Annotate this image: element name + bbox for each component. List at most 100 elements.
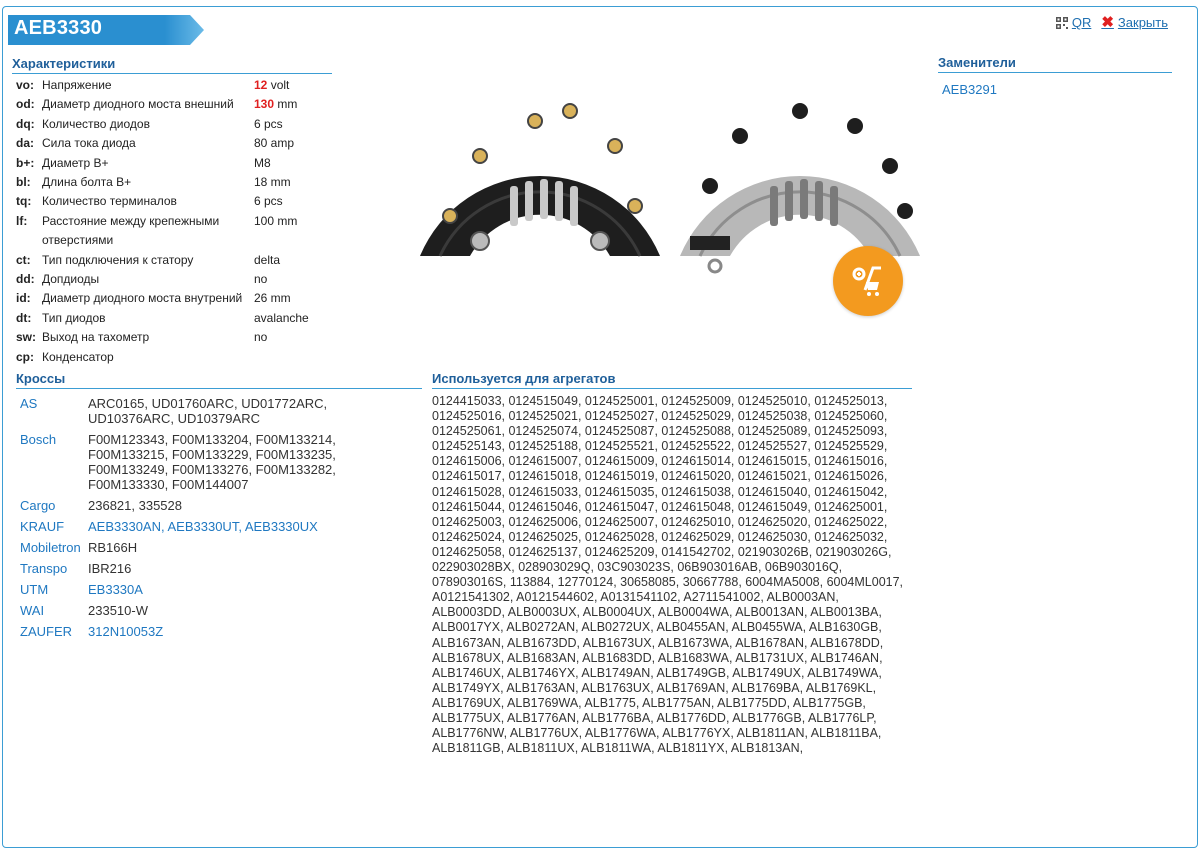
spec-row: dd: Допдиоды no	[16, 270, 346, 289]
spec-value: 18 mm	[254, 175, 291, 190]
cross-values[interactable]: 312N10053Z	[88, 624, 400, 639]
page-title: AEB3330	[14, 17, 103, 39]
cross-brand[interactable]: Mobiletron	[20, 540, 88, 555]
cross-row: Mobiletron RB166H	[20, 540, 400, 555]
spec-row: da: Сила тока диода 80 amp	[16, 134, 346, 153]
spec-value: 100 mm	[254, 213, 298, 228]
crosses-table: AS ARC0165, UD01760ARC, UD01772ARC, UD103…	[20, 396, 400, 645]
replacements-list: AEB3291	[942, 82, 997, 97]
spec-value: 26 mm	[254, 291, 291, 306]
spec-row: b+: Диаметр B+ M8	[16, 154, 346, 173]
spec-row: lf: Расстояние между крепежными отверстия…	[16, 212, 346, 251]
spec-name: Выход на тахометр	[42, 330, 150, 345]
spec-value: 80 amp	[254, 136, 295, 151]
cross-values: ARC0165, UD01760ARC, UD01772ARC, UD10376…	[88, 396, 328, 426]
spec-value: 6 pcs	[254, 194, 283, 209]
cross-brand[interactable]: KRAUF	[20, 519, 88, 534]
used-in-heading: Используется для агрегатов	[432, 371, 912, 389]
spec-name: Допдиоды	[42, 272, 100, 287]
spec-value: M8	[254, 155, 271, 170]
spec-value-number: 130	[254, 97, 275, 112]
cross-values[interactable]: AEB3330AN, AEB3330UT, AEB3330UX	[88, 519, 400, 534]
replacement-link[interactable]: AEB3291	[942, 82, 997, 97]
qr-label: QR	[1071, 15, 1092, 30]
spec-code: dq:	[16, 116, 35, 131]
spec-name: Диаметр B+	[42, 155, 109, 170]
spec-code: dd:	[16, 272, 35, 287]
spec-name: Тип диодов	[42, 310, 106, 325]
spec-row: cp: Конденсатор	[16, 348, 346, 367]
specs-heading: Характеристики	[12, 56, 332, 74]
cross-brand[interactable]: AS	[20, 396, 88, 426]
spec-name: Диаметр диодного моста внешний	[42, 97, 234, 112]
spec-code: b+:	[16, 155, 35, 170]
cross-values: RB166H	[88, 540, 138, 555]
spec-code: cp:	[16, 349, 34, 364]
spec-code: sw:	[16, 330, 37, 345]
spec-code: lf:	[16, 213, 28, 228]
spec-value: no	[254, 330, 268, 345]
cross-values: 233510-W	[88, 603, 148, 618]
cross-values[interactable]: EB3330A	[88, 582, 400, 597]
cross-row: KRAUF AEB3330AN, AEB3330UT, AEB3330UX	[20, 519, 400, 534]
spec-name: Диаметр диодного моста внутрений	[42, 291, 243, 306]
spec-code: da:	[16, 136, 34, 151]
spec-code: dt:	[16, 310, 32, 325]
cross-row: Bosch F00M123343, F00M133204, F00M133214,…	[20, 432, 400, 492]
used-in-list: 0124415033, 0124515049, 0124525001, 0124…	[432, 394, 904, 756]
spec-value: 12 volt	[254, 76, 289, 95]
spec-value-unit: mm	[274, 97, 298, 112]
close-x-icon: ✖	[1101, 14, 1114, 31]
spec-code: ct:	[16, 252, 31, 267]
spec-code: bl:	[16, 175, 31, 190]
spec-row: ct: Тип подключения к статору delta	[16, 251, 346, 270]
cross-row: ZAUFER 312N10053Z	[20, 624, 400, 639]
cross-row: Cargo 236821, 335528	[20, 498, 400, 513]
spec-code: id:	[16, 291, 31, 306]
cross-row: AS ARC0165, UD01760ARC, UD01772ARC, UD103…	[20, 396, 400, 426]
replacements-heading: Заменители	[938, 55, 1172, 73]
spec-row: id: Диаметр диодного моста внутрений 26 mm	[16, 289, 346, 308]
spec-value-number: 12	[254, 78, 268, 92]
spec-name: Длина болта B+	[42, 175, 132, 190]
spec-name: Сила тока диода	[42, 136, 136, 151]
spec-code: vo:	[16, 78, 34, 92]
spec-value: 130 mm	[254, 95, 297, 114]
cross-row: WAI 233510-W	[20, 603, 400, 618]
cross-brand[interactable]: WAI	[20, 603, 88, 618]
cross-brand[interactable]: Bosch	[20, 432, 88, 492]
spec-value: avalanche	[254, 310, 309, 325]
cross-brand[interactable]: UTM	[20, 582, 88, 597]
spec-row: od: Диаметр диодного моста внешний 130 mm	[16, 95, 346, 114]
spec-row: bl: Длина болта B+ 18 mm	[16, 173, 346, 192]
crosses-heading: Кроссы	[16, 371, 422, 389]
spec-row: sw: Выход на тахометр no	[16, 328, 346, 347]
spec-row: dq: Количество диодов 6 pcs	[16, 115, 346, 134]
cross-brand[interactable]: ZAUFER	[20, 624, 88, 639]
qr-link[interactable]: QR	[1055, 15, 1092, 30]
spec-name: Конденсатор	[42, 349, 114, 364]
close-link[interactable]: ✖ Закрыть	[1101, 15, 1168, 30]
cross-brand[interactable]: Transpo	[20, 561, 88, 576]
spec-value: no	[254, 272, 268, 287]
add-to-cart-icon	[852, 266, 881, 296]
top-actions: QR ✖ Закрыть	[1055, 15, 1168, 30]
cross-values: IBR216	[88, 561, 132, 576]
spec-name: Напряжение	[42, 78, 112, 92]
spec-name: Количество диодов	[42, 116, 150, 131]
spec-value-unit: volt	[267, 78, 290, 92]
cross-brand[interactable]: Cargo	[20, 498, 88, 513]
spec-value: 6 pcs	[254, 116, 283, 131]
spec-value: delta	[254, 252, 281, 267]
spec-name: Расстояние между крепежными отверстиями	[42, 213, 220, 248]
spec-name: Тип подключения к статору	[42, 252, 194, 267]
spec-row: tq: Количество терминалов 6 pcs	[16, 192, 346, 211]
spec-code: tq:	[16, 194, 32, 209]
add-to-cart-button[interactable]	[833, 246, 903, 316]
cross-row: UTM EB3330A	[20, 582, 400, 597]
cross-values: 236821, 335528	[88, 498, 182, 513]
spec-row: vo: Напряжение 12 volt	[16, 76, 346, 95]
spec-name: Количество терминалов	[42, 194, 177, 209]
specs-table: vo: Напряжение 12 volt od: Диаметр диодного …	[16, 76, 346, 367]
close-label: Закрыть	[1117, 15, 1168, 30]
